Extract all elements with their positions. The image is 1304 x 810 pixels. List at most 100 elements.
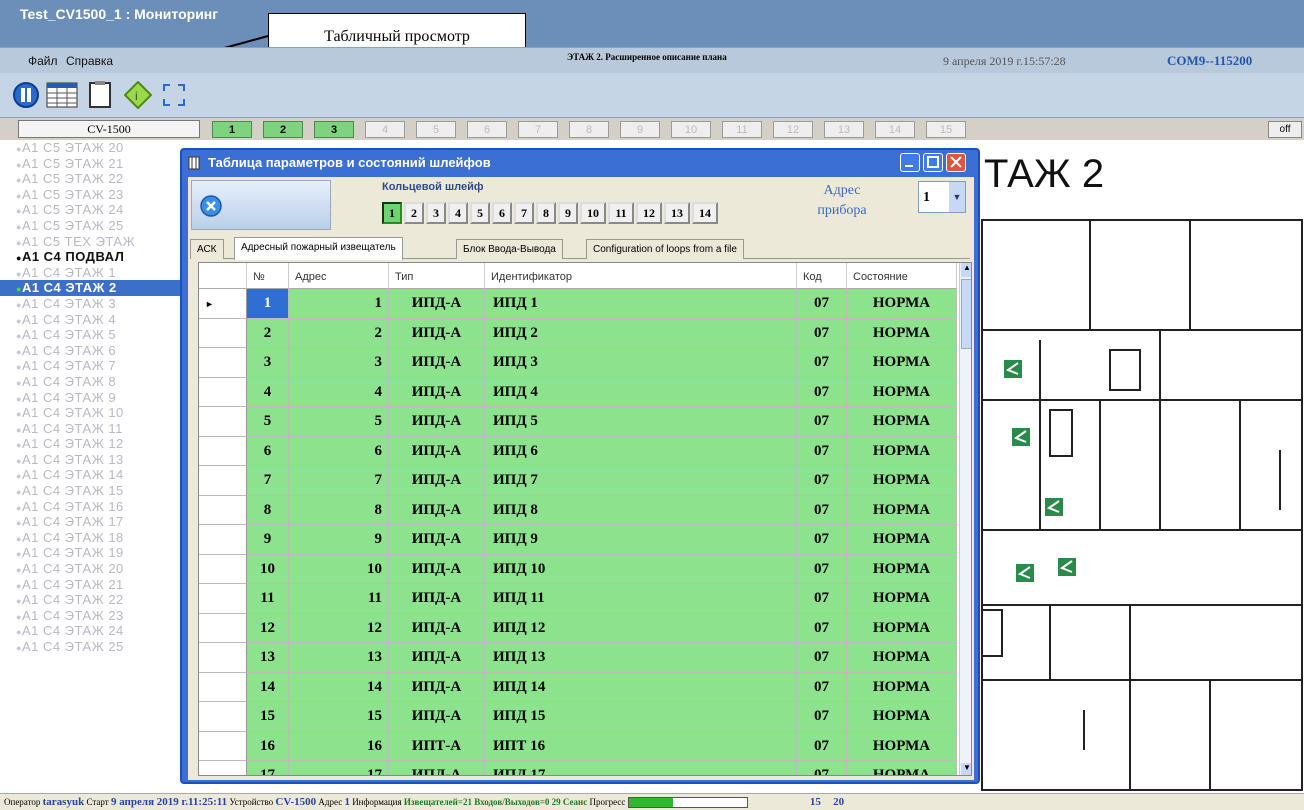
loop-tab-7[interactable]: 7 bbox=[518, 121, 558, 138]
column-header[interactable]: Адрес bbox=[289, 263, 389, 289]
row-indicator[interactable] bbox=[199, 466, 247, 496]
table-row[interactable]: 9 9 ИПД-А ИПД 9 07 НОРМА bbox=[199, 525, 959, 555]
row-indicator[interactable] bbox=[199, 348, 247, 378]
floor-item[interactable]: ●A1 C4 ЭТАЖ 3 bbox=[0, 296, 180, 312]
tab-3[interactable]: Configuration of loops from a file bbox=[586, 239, 744, 259]
loop-tab-14[interactable]: 14 bbox=[875, 121, 915, 138]
address-select[interactable]: 1 ▼ bbox=[918, 181, 966, 213]
floor-item[interactable]: ●A1 C4 ЭТАЖ 7 bbox=[0, 358, 180, 374]
column-header[interactable]: Состояние bbox=[847, 263, 957, 289]
floor-item[interactable]: ●A1 C5 ТЕХ ЭТАЖ bbox=[0, 234, 180, 250]
maximize-button[interactable] bbox=[923, 153, 943, 172]
loop-button-8[interactable]: 8 bbox=[536, 202, 556, 224]
row-indicator[interactable] bbox=[199, 436, 247, 466]
floor-item[interactable]: ●A1 C4 ЭТАЖ 4 bbox=[0, 312, 180, 328]
loop-tab-10[interactable]: 10 bbox=[671, 121, 711, 138]
floor-item[interactable]: ●A1 C5 ЭТАЖ 24 bbox=[0, 202, 180, 218]
scroll-thumb[interactable] bbox=[961, 279, 971, 349]
loop-button-13[interactable]: 13 bbox=[664, 202, 690, 224]
pause-icon[interactable] bbox=[12, 81, 40, 109]
floor-item[interactable]: ●A1 C5 ЭТАЖ 22 bbox=[0, 171, 180, 187]
floor-item[interactable]: ●A1 C4 ЭТАЖ 22 bbox=[0, 592, 180, 608]
floor-item[interactable]: ●A1 C5 ЭТАЖ 25 bbox=[0, 218, 180, 234]
menu-help[interactable]: Справка bbox=[66, 54, 113, 68]
row-indicator[interactable] bbox=[199, 318, 247, 348]
table-row[interactable]: 2 2 ИПД-А ИПД 2 07 НОРМА bbox=[199, 318, 959, 348]
loop-tab-5[interactable]: 5 bbox=[416, 121, 456, 138]
table-row[interactable]: 16 16 ИПТ-А ИПТ 16 07 НОРМА bbox=[199, 731, 959, 761]
row-indicator[interactable] bbox=[199, 495, 247, 525]
floor-item[interactable]: ●A1 C4 ЭТАЖ 2 bbox=[0, 280, 180, 296]
floor-item[interactable]: ●A1 C4 ЭТАЖ 13 bbox=[0, 452, 180, 468]
table-row[interactable]: 12 12 ИПД-А ИПД 12 07 НОРМА bbox=[199, 613, 959, 643]
floor-item[interactable]: ●A1 C4 ЭТАЖ 24 bbox=[0, 623, 180, 639]
floor-item[interactable]: ●A1 C4 ЭТАЖ 5 bbox=[0, 327, 180, 343]
column-header[interactable]: № bbox=[247, 263, 289, 289]
stop-button[interactable] bbox=[191, 180, 331, 230]
floor-item[interactable]: ●A1 C4 ЭТАЖ 21 bbox=[0, 577, 180, 593]
table-row[interactable]: 11 11 ИПД-А ИПД 11 07 НОРМА bbox=[199, 584, 959, 614]
floor-item[interactable]: ●A1 C4 ЭТАЖ 16 bbox=[0, 499, 180, 515]
table-row[interactable]: ► 1 1 ИПД-А ИПД 1 07 НОРМА bbox=[199, 289, 959, 319]
loop-button-1[interactable]: 1 bbox=[382, 202, 402, 224]
device-tab[interactable]: CV-1500 bbox=[18, 120, 200, 138]
table-row[interactable]: 17 17 ИПД-А ИПД 17 07 НОРМА bbox=[199, 761, 959, 775]
row-indicator[interactable] bbox=[199, 525, 247, 555]
loop-tab-1[interactable]: 1 bbox=[212, 121, 252, 138]
floor-item[interactable]: ●A1 C4 ЭТАЖ 20 bbox=[0, 561, 180, 577]
loop-tab-15[interactable]: 15 bbox=[926, 121, 966, 138]
table-row[interactable]: 4 4 ИПД-А ИПД 4 07 НОРМА bbox=[199, 377, 959, 407]
tab-0[interactable]: АСК bbox=[190, 239, 224, 259]
loop-button-7[interactable]: 7 bbox=[514, 202, 534, 224]
floor-item[interactable]: ●A1 C4 ЭТАЖ 11 bbox=[0, 421, 180, 437]
loop-tab-13[interactable]: 13 bbox=[824, 121, 864, 138]
loop-button-6[interactable]: 6 bbox=[492, 202, 512, 224]
table-row[interactable]: 5 5 ИПД-А ИПД 5 07 НОРМА bbox=[199, 407, 959, 437]
floor-item[interactable]: ●A1 C4 ЭТАЖ 18 bbox=[0, 530, 180, 546]
chevron-down-icon[interactable]: ▼ bbox=[949, 182, 965, 212]
floor-item[interactable]: ●A1 C5 ЭТАЖ 21 bbox=[0, 156, 180, 172]
loop-tab-9[interactable]: 9 bbox=[620, 121, 660, 138]
row-indicator[interactable] bbox=[199, 554, 247, 584]
row-indicator[interactable]: ► bbox=[199, 289, 247, 319]
row-indicator[interactable] bbox=[199, 731, 247, 761]
table-row[interactable]: 6 6 ИПД-А ИПД 6 07 НОРМА bbox=[199, 436, 959, 466]
column-header[interactable]: Тип bbox=[389, 263, 485, 289]
tab-2[interactable]: Блок Ввода-Вывода bbox=[456, 239, 563, 259]
loop-tab-11[interactable]: 11 bbox=[722, 121, 762, 138]
floor-item[interactable]: ●A1 C4 ЭТАЖ 17 bbox=[0, 514, 180, 530]
scroll-up-icon[interactable]: ▲ bbox=[961, 263, 971, 277]
close-button[interactable] bbox=[946, 153, 966, 172]
document-icon[interactable] bbox=[86, 81, 114, 109]
loop-button-14[interactable]: 14 bbox=[692, 202, 718, 224]
floor-item[interactable]: ●A1 C4 ЭТАЖ 1 bbox=[0, 265, 180, 281]
floor-item[interactable]: ●A1 C4 ЭТАЖ 12 bbox=[0, 436, 180, 452]
loop-button-9[interactable]: 9 bbox=[558, 202, 578, 224]
row-indicator[interactable] bbox=[199, 613, 247, 643]
expand-icon[interactable] bbox=[160, 81, 188, 109]
loop-tab-2[interactable]: 2 bbox=[263, 121, 303, 138]
menu-file[interactable]: Файл bbox=[28, 54, 58, 68]
loop-button-12[interactable]: 12 bbox=[636, 202, 662, 224]
column-header[interactable]: Код bbox=[797, 263, 847, 289]
floor-item[interactable]: ●A1 C4 ЭТАЖ 23 bbox=[0, 608, 180, 624]
loop-tab-3[interactable]: 3 bbox=[314, 121, 354, 138]
row-indicator[interactable] bbox=[199, 407, 247, 437]
loop-tab-12[interactable]: 12 bbox=[773, 121, 813, 138]
floor-item[interactable]: ●A1 C4 ЭТАЖ 8 bbox=[0, 374, 180, 390]
table-row[interactable]: 10 10 ИПД-А ИПД 10 07 НОРМА bbox=[199, 554, 959, 584]
minimize-button[interactable] bbox=[900, 153, 920, 172]
info-diamond-icon[interactable]: i bbox=[123, 80, 153, 110]
table-row[interactable]: 13 13 ИПД-А ИПД 13 07 НОРМА bbox=[199, 643, 959, 673]
floor-item[interactable]: ●A1 C4 ЭТАЖ 9 bbox=[0, 390, 180, 406]
floor-item[interactable]: ●A1 C4 ЭТАЖ 19 bbox=[0, 545, 180, 561]
off-button[interactable]: off bbox=[1268, 121, 1302, 138]
floor-item[interactable]: ●A1 C5 ЭТАЖ 20 bbox=[0, 140, 180, 156]
tab-1[interactable]: Адресный пожарный извещатель bbox=[234, 237, 403, 260]
floor-item[interactable]: ●A1 C4 ЭТАЖ 14 bbox=[0, 467, 180, 483]
table-row[interactable]: 8 8 ИПД-А ИПД 8 07 НОРМА bbox=[199, 495, 959, 525]
floor-plan[interactable] bbox=[980, 210, 1304, 800]
row-indicator[interactable] bbox=[199, 672, 247, 702]
floor-item[interactable]: ●A1 C4 ЭТАЖ 6 bbox=[0, 343, 180, 359]
loop-button-5[interactable]: 5 bbox=[470, 202, 490, 224]
